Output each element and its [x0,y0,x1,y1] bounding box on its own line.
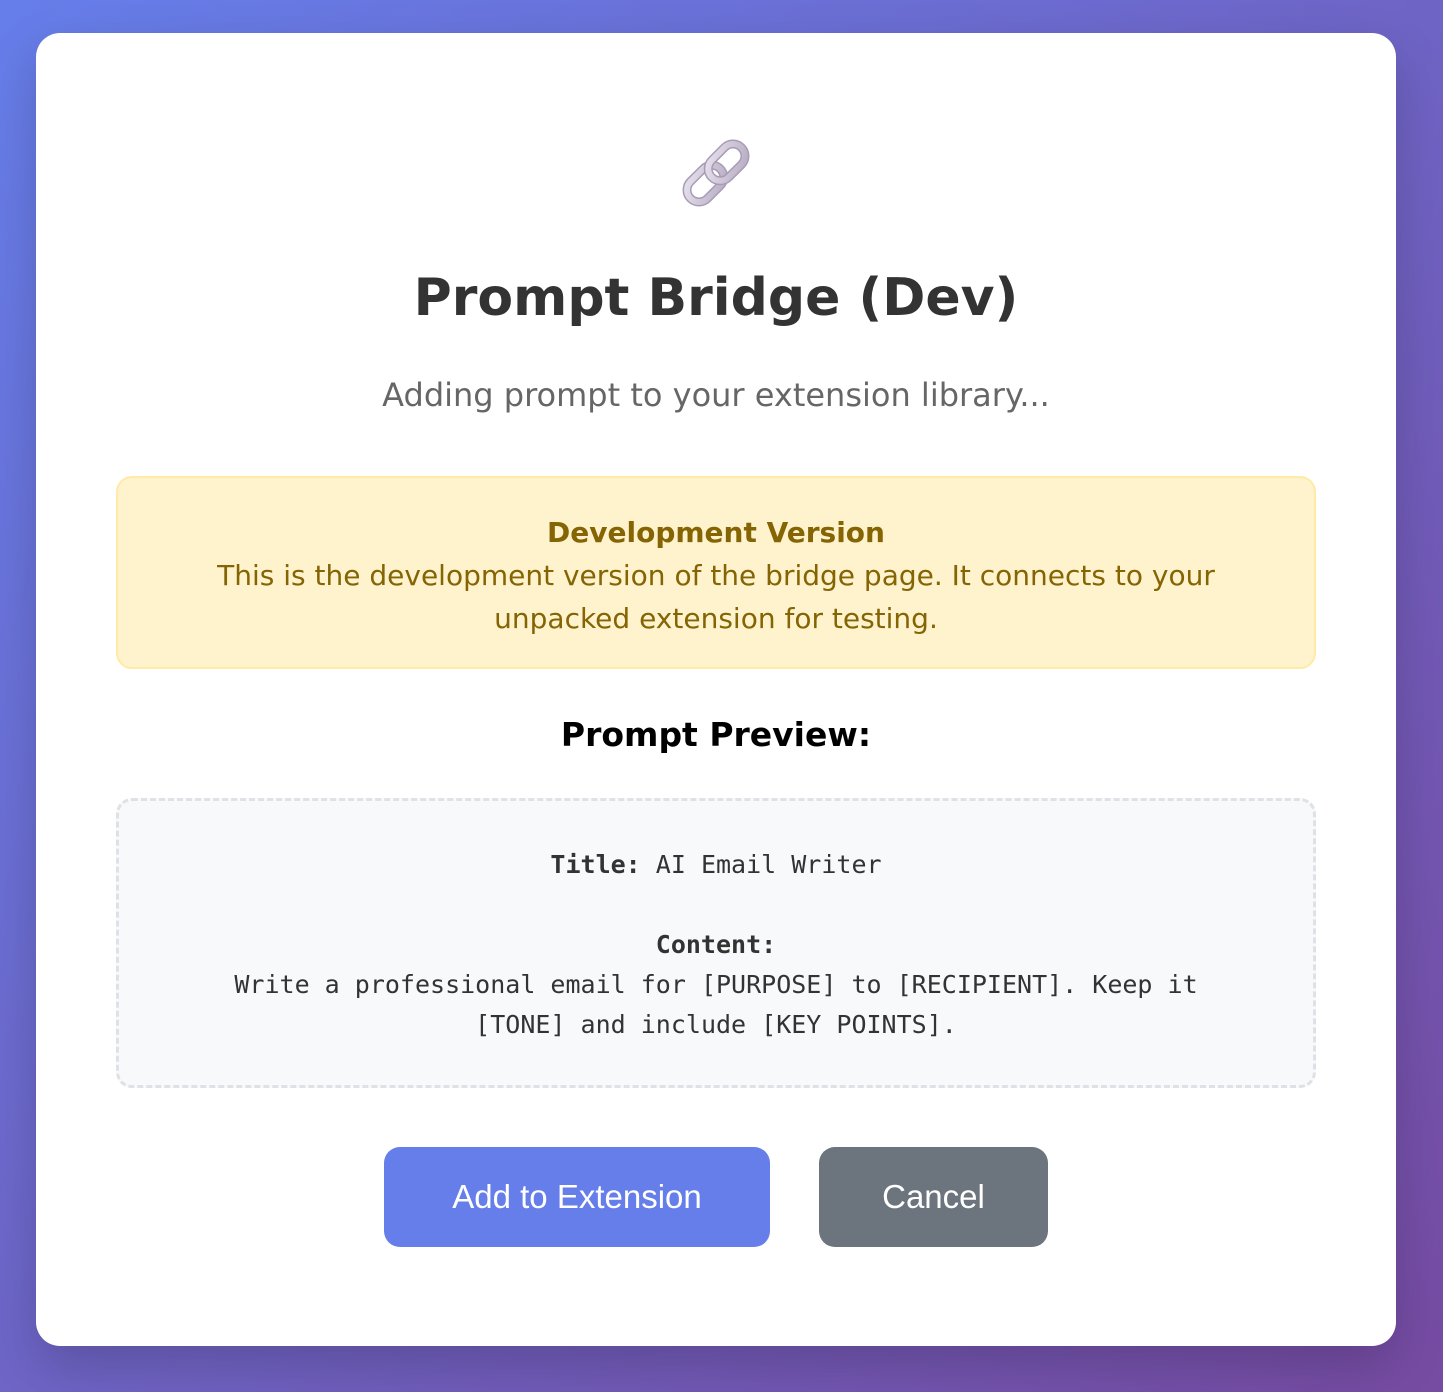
add-to-extension-button[interactable]: Add to Extension [384,1147,770,1247]
dev-warning-box: Development Version This is the developm… [116,476,1316,669]
warning-text: This is the development version of the b… [217,559,1215,635]
link-icon [36,128,1396,218]
preview-content-value: Write a professional email for [PURPOSE]… [234,970,1198,1039]
preview-title-line: Title: AI Email Writer [199,845,1233,885]
cancel-button[interactable]: Cancel [819,1147,1048,1247]
page-subtitle: Adding prompt to your extension library.… [382,376,1050,414]
preview-heading: Prompt Preview: [560,715,872,754]
page-title: Prompt Bridge (Dev) [413,268,1019,328]
warning-title: Development Version [547,516,885,549]
prompt-preview-box: Title: AI Email Writer Content: Write a … [116,798,1316,1088]
preview-title-value: AI Email Writer [655,850,882,879]
preview-content-label: Content: [655,930,777,959]
action-buttons: Add to Extension Cancel [36,1147,1396,1247]
bridge-card: Prompt Bridge (Dev) Adding prompt to you… [36,33,1396,1346]
preview-title-label: Title: [550,850,641,879]
